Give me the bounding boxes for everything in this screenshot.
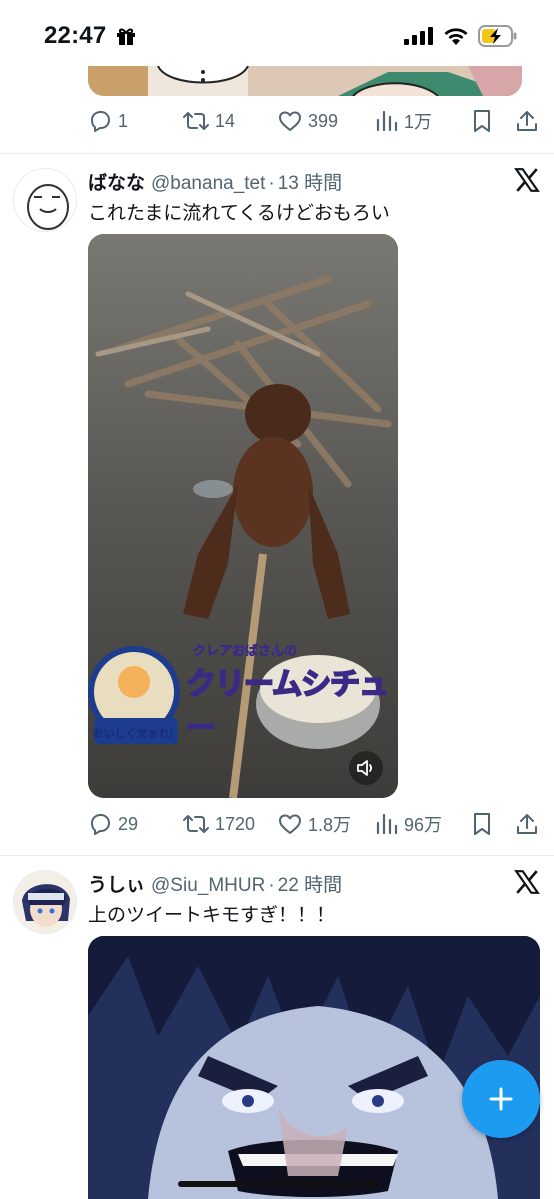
share-button[interactable] [516,809,538,839]
previous-tweet-media[interactable] [88,66,522,96]
ad-badge-text: おいしく女ぁれ! [92,728,174,740]
share-icon [517,111,537,131]
ad-title: クリームシチュー [185,666,390,747]
tweet-video[interactable]: クレアおばさんの クリームシチュー おいしく女ぁれ! [88,234,398,798]
retweet-button[interactable]: 14 [183,106,235,136]
tweet-text: 上のツイートキモすぎ！！！ [88,905,336,926]
separator-dot: · [268,173,275,194]
home-indicator[interactable] [178,1181,376,1187]
reply-count: 1 [118,110,129,131]
tweet-header: ばなな @banana_tet · 13 時間 [88,168,342,196]
heart-icon [279,814,301,834]
retweet-count: 1720 [215,813,256,834]
retweet-button[interactable]: 1720 [183,809,255,839]
bookmark-icon [474,813,490,835]
battery-charging-icon [478,25,517,47]
tweet-text: これたまに流れてくるけどおもろい [88,203,390,224]
mute-button[interactable] [349,751,383,785]
divider [0,855,554,856]
reply-icon [91,814,110,835]
ad-subtitle: クレアおばさんの [193,643,298,659]
reply-count: 29 [118,813,139,834]
x-logo-icon[interactable] [514,869,540,895]
like-button[interactable]: 399 [278,106,338,136]
separator-dot: · [268,875,275,896]
like-button[interactable]: 1.8万 [278,809,351,839]
reply-button[interactable]: 1 [88,106,128,136]
compose-button[interactable] [462,1060,540,1138]
display-name[interactable]: うしぃ [88,870,145,897]
bookmark-icon [474,110,490,132]
previous-tweet-actions: 1 14 399 1万 [88,106,540,136]
x-logo-icon[interactable] [514,167,540,193]
retweet-count: 14 [215,110,236,131]
divider [0,153,554,154]
user-handle[interactable]: @banana_tet [151,173,265,195]
status-time: 22:47 [44,22,107,49]
display-name[interactable]: ばなな [88,168,145,195]
views-button[interactable]: 1万 [376,106,432,136]
views-chart-icon [376,110,398,132]
views-chart-icon [376,813,398,835]
views-count: 1万 [404,112,433,132]
speaker-muted-icon [357,760,373,776]
like-count: 1.8万 [308,815,352,835]
avatar[interactable] [13,168,77,232]
tweet-header: うしぃ @Siu_MHUR · 22 時間 [88,870,342,898]
like-count: 399 [308,110,339,131]
share-button[interactable] [516,106,538,136]
signal-icon [404,27,433,45]
reply-icon [91,111,110,132]
gift-icon [117,28,135,45]
avatar[interactable] [13,870,77,934]
reply-button[interactable]: 29 [88,809,138,839]
bookmark-button[interactable] [472,106,492,136]
tweet-actions: 29 1720 1.8万 96万 [88,809,540,839]
share-icon [517,814,537,834]
retweet-icon [183,112,209,130]
tweet-image[interactable] [88,936,540,1199]
views-button[interactable]: 96万 [376,809,442,839]
status-bar: 22:47 [0,0,554,66]
plus-icon [489,1087,513,1111]
heart-icon [279,111,301,131]
retweet-icon [183,815,209,833]
bookmark-button[interactable] [472,809,492,839]
user-handle[interactable]: @Siu_MHUR [151,875,265,897]
tweet-time[interactable]: 13 時間 [278,168,342,195]
wifi-icon [444,28,468,45]
tweet-time[interactable]: 22 時間 [278,870,342,897]
views-count: 96万 [404,815,443,835]
